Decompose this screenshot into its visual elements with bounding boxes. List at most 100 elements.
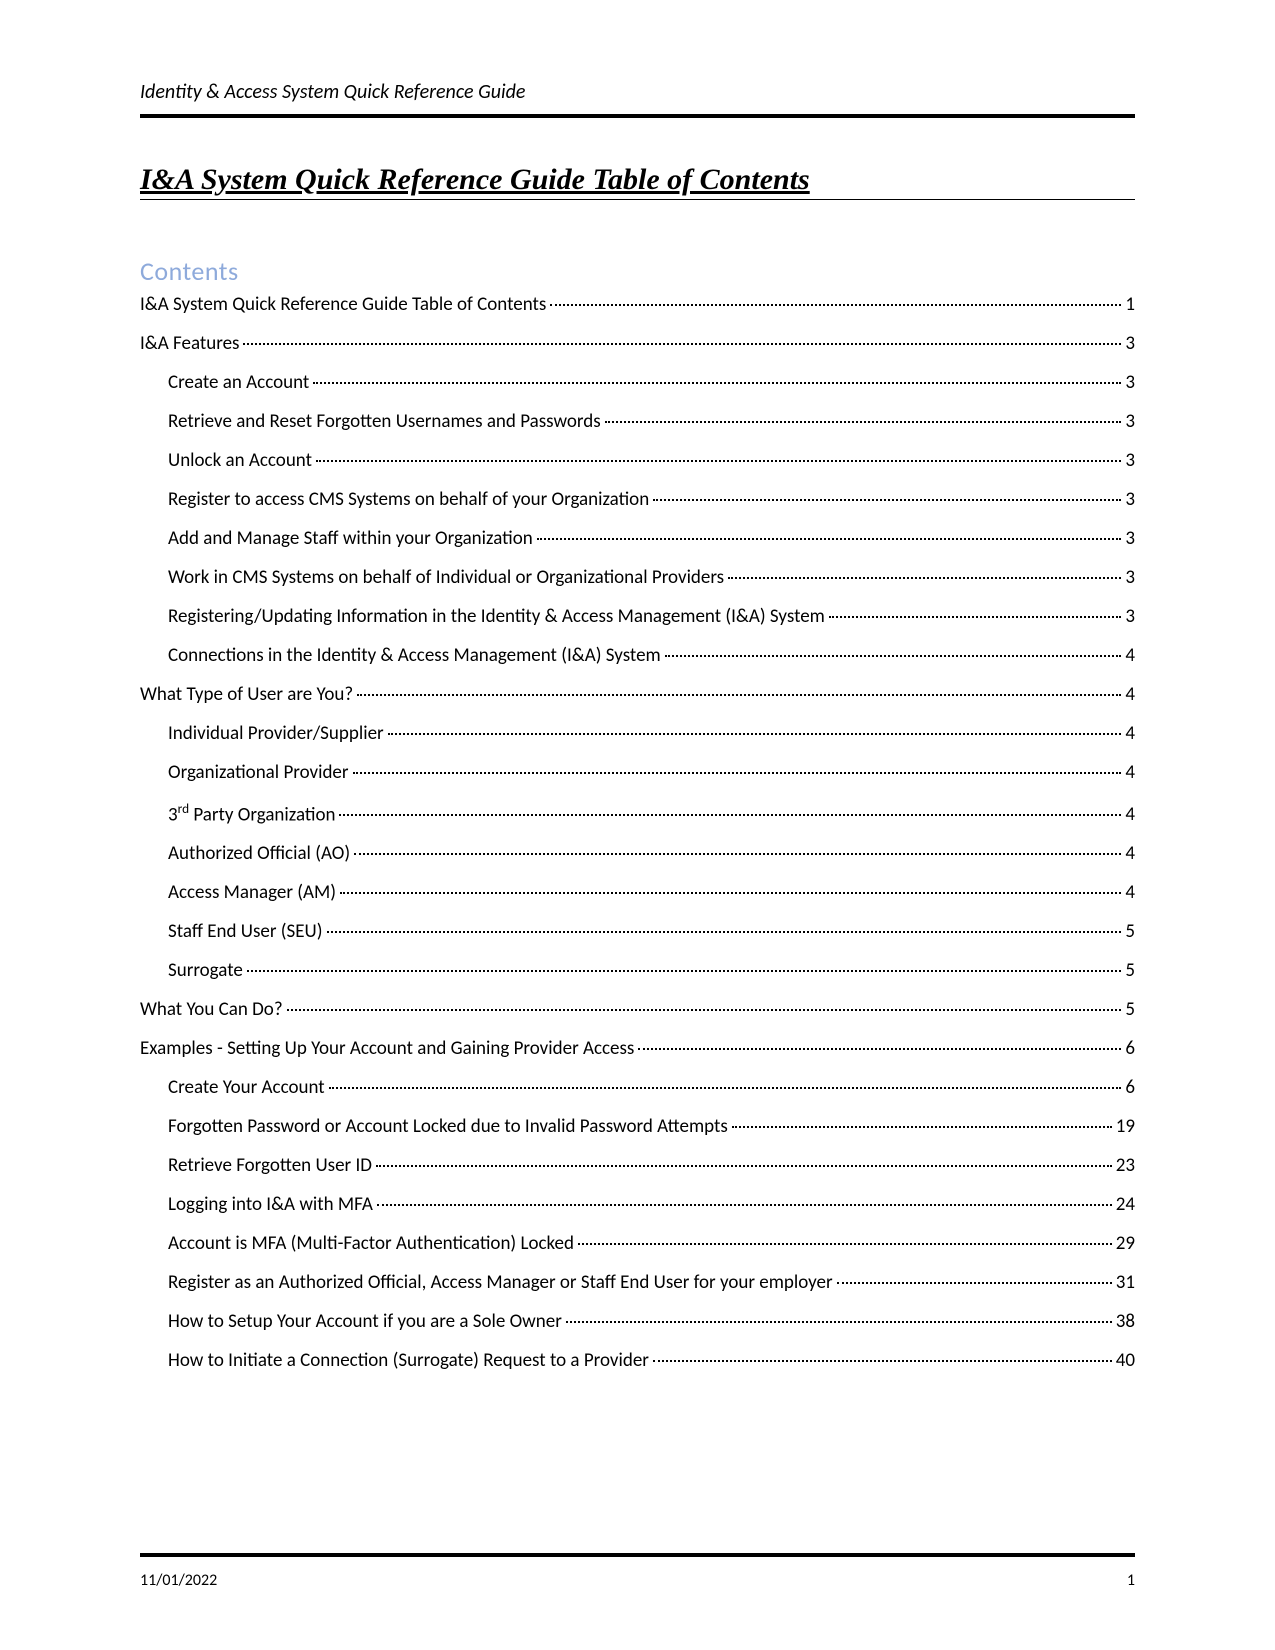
- toc-entry[interactable]: How to Initiate a Connection (Surrogate)…: [168, 1351, 1135, 1370]
- toc-entry-label: Unlock an Account: [168, 451, 312, 470]
- toc-leader: [243, 343, 1121, 345]
- toc-entry[interactable]: Register as an Authorized Official, Acce…: [168, 1273, 1135, 1292]
- toc-entry[interactable]: Account is MFA (Multi-Factor Authenticat…: [168, 1234, 1135, 1253]
- toc-entry-label: Register to access CMS Systems on behalf…: [168, 490, 649, 509]
- toc-entry[interactable]: I&A System Quick Reference Guide Table o…: [140, 295, 1135, 314]
- toc-leader: [732, 1126, 1112, 1128]
- toc-leader: [829, 616, 1121, 618]
- footer-date: 11/01/2022: [140, 1571, 217, 1590]
- toc-entry[interactable]: Organizational Provider 4: [168, 763, 1135, 782]
- toc-leader: [578, 1243, 1112, 1245]
- contents-heading: Contents: [140, 255, 1135, 287]
- toc-entry[interactable]: Retrieve and Reset Forgotten Usernames a…: [168, 412, 1135, 431]
- toc-entry[interactable]: Registering/Updating Information in the …: [168, 607, 1135, 626]
- toc-leader: [377, 1204, 1112, 1206]
- toc-entry-page: 5: [1125, 922, 1135, 941]
- toc-entry[interactable]: Forgotten Password or Account Locked due…: [168, 1117, 1135, 1136]
- toc-entry[interactable]: Connections in the Identity & Access Man…: [168, 646, 1135, 665]
- toc-leader: [353, 772, 1122, 774]
- toc-entry[interactable]: What You Can Do? 5: [140, 1000, 1135, 1019]
- toc-entry[interactable]: Surrogate 5: [168, 961, 1135, 980]
- toc-entry[interactable]: Unlock an Account 3: [168, 451, 1135, 470]
- toc-entry[interactable]: Register to access CMS Systems on behalf…: [168, 490, 1135, 509]
- toc-entry[interactable]: I&A Features 3: [140, 334, 1135, 353]
- toc-entry-label: I&A Features: [140, 334, 239, 353]
- toc-entry-label: Surrogate: [168, 961, 243, 980]
- toc-entry-label: Create Your Account: [168, 1078, 325, 1097]
- toc-entry[interactable]: Create Your Account 6: [168, 1078, 1135, 1097]
- toc-leader: [638, 1048, 1121, 1050]
- toc-entry-page: 3: [1125, 334, 1135, 353]
- toc-leader: [566, 1321, 1112, 1323]
- toc-entry-page: 6: [1125, 1078, 1135, 1097]
- toc-leader: [537, 538, 1122, 540]
- toc-entry-label: Register as an Authorized Official, Acce…: [168, 1273, 833, 1292]
- toc-entry[interactable]: Examples - Setting Up Your Account and G…: [140, 1039, 1135, 1058]
- toc-entry-page: 4: [1125, 844, 1135, 863]
- doc-header: Identity & Access System Quick Reference…: [140, 80, 1135, 104]
- toc-entry-page: 4: [1125, 724, 1135, 743]
- toc-entry-label: Examples - Setting Up Your Account and G…: [140, 1039, 634, 1058]
- toc-entry[interactable]: Add and Manage Staff within your Organiz…: [168, 529, 1135, 548]
- toc-entry-label: Forgotten Password or Account Locked due…: [168, 1117, 728, 1136]
- toc-entry[interactable]: Create an Account 3: [168, 373, 1135, 392]
- toc-entry-page: 24: [1116, 1195, 1135, 1214]
- toc-entry-label: Individual Provider/Supplier: [168, 724, 384, 743]
- toc-entry-label: Logging into I&A with MFA: [168, 1195, 373, 1214]
- toc-entry-label: Work in CMS Systems on behalf of Individ…: [168, 568, 724, 587]
- footer: 11/01/2022 1: [140, 1553, 1135, 1590]
- toc-leader: [376, 1165, 1112, 1167]
- toc-entry-page: 29: [1116, 1234, 1135, 1253]
- toc-entry-page: 6: [1125, 1039, 1135, 1058]
- toc-entry-page: 3: [1125, 373, 1135, 392]
- toc-entry-page: 4: [1125, 685, 1135, 704]
- toc-entry-label: Add and Manage Staff within your Organiz…: [168, 529, 533, 548]
- page-title: I&A System Quick Reference Guide Table o…: [140, 163, 1135, 200]
- toc-entry-page: 4: [1125, 883, 1135, 902]
- toc-entry-label: Access Manager (AM): [168, 883, 336, 902]
- toc-entry-page: 3: [1125, 490, 1135, 509]
- toc-entry[interactable]: Staff End User (SEU) 5: [168, 922, 1135, 941]
- toc-entry-page: 23: [1116, 1156, 1135, 1175]
- toc-entry-label: Authorized Official (AO): [168, 844, 350, 863]
- toc-entry-label: Staff End User (SEU): [168, 922, 323, 941]
- toc-entry-label: How to Initiate a Connection (Surrogate)…: [168, 1351, 649, 1370]
- toc-leader: [653, 1360, 1112, 1362]
- toc-list: I&A System Quick Reference Guide Table o…: [140, 295, 1135, 1370]
- toc-leader: [339, 814, 1121, 816]
- toc-entry-page: 4: [1125, 763, 1135, 782]
- toc-leader: [653, 499, 1121, 501]
- toc-entry[interactable]: 3rd Party Organization 4: [168, 802, 1135, 824]
- toc-entry-label: What You Can Do?: [140, 1000, 283, 1019]
- toc-entry-label: Connections in the Identity & Access Man…: [168, 646, 661, 665]
- toc-entry[interactable]: Access Manager (AM) 4: [168, 883, 1135, 902]
- toc-leader: [287, 1009, 1122, 1011]
- toc-entry-page: 38: [1116, 1312, 1135, 1331]
- toc-entry[interactable]: Individual Provider/Supplier 4: [168, 724, 1135, 743]
- header-rule: [140, 114, 1135, 118]
- toc-entry-page: 4: [1125, 646, 1135, 665]
- toc-entry-page: 31: [1116, 1273, 1135, 1292]
- toc-entry-label: Create an Account: [168, 373, 309, 392]
- toc-entry-label: I&A System Quick Reference Guide Table o…: [140, 295, 546, 314]
- toc-entry[interactable]: Retrieve Forgotten User ID 23: [168, 1156, 1135, 1175]
- toc-leader: [837, 1282, 1112, 1284]
- toc-entry[interactable]: What Type of User are You? 4: [140, 685, 1135, 704]
- toc-entry[interactable]: Work in CMS Systems on behalf of Individ…: [168, 568, 1135, 587]
- toc-entry-page: 3: [1125, 607, 1135, 626]
- toc-entry-page: 3: [1125, 568, 1135, 587]
- toc-entry-label: Account is MFA (Multi-Factor Authenticat…: [168, 1234, 574, 1253]
- footer-page-number: 1: [1127, 1571, 1135, 1590]
- toc-leader: [665, 655, 1122, 657]
- toc-leader: [354, 853, 1121, 855]
- toc-entry-label: Retrieve and Reset Forgotten Usernames a…: [168, 412, 601, 431]
- toc-entry[interactable]: How to Setup Your Account if you are a S…: [168, 1312, 1135, 1331]
- toc-entry-page: 19: [1116, 1117, 1135, 1136]
- toc-entry-label: Registering/Updating Information in the …: [168, 607, 825, 626]
- toc-entry-page: 3: [1125, 412, 1135, 431]
- toc-entry-label: How to Setup Your Account if you are a S…: [168, 1312, 562, 1331]
- toc-entry[interactable]: Logging into I&A with MFA 24: [168, 1195, 1135, 1214]
- toc-entry[interactable]: Authorized Official (AO) 4: [168, 844, 1135, 863]
- toc-entry-label: Retrieve Forgotten User ID: [168, 1156, 372, 1175]
- toc-leader: [357, 694, 1121, 696]
